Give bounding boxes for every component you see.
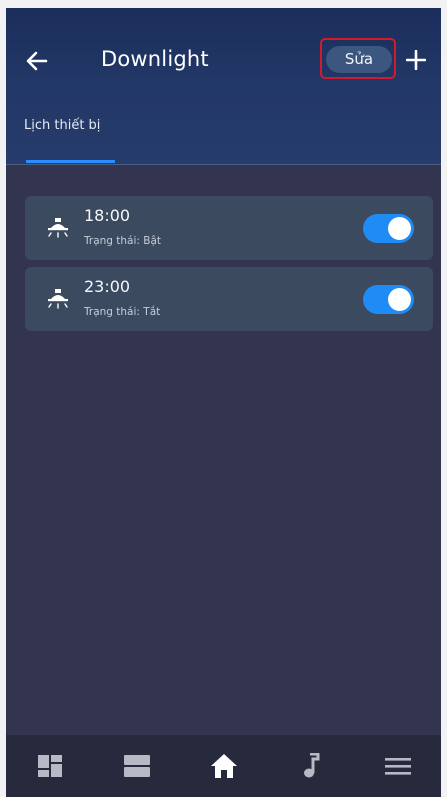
header-divider (6, 164, 441, 165)
home-icon (210, 754, 237, 778)
active-tab-indicator (26, 160, 115, 163)
schedule-status: Trạng thái: Bật (84, 235, 162, 247)
schedule-time: 18:00 (84, 206, 131, 225)
ceiling-light-icon (48, 218, 68, 238)
toggle-knob (388, 217, 411, 240)
add-button[interactable] (402, 46, 430, 74)
edit-button[interactable]: Sửa (326, 46, 392, 73)
tab-device-schedule[interactable]: Lịch thiết bị (24, 118, 100, 133)
nav-menu[interactable] (354, 735, 441, 797)
nav-home[interactable] (180, 735, 267, 797)
music-icon (303, 753, 319, 778)
schedule-time: 23:00 (84, 277, 131, 296)
schedule-toggle[interactable] (363, 214, 414, 243)
bottom-nav (6, 735, 441, 797)
nav-music[interactable] (267, 735, 354, 797)
dashboard-icon (37, 755, 62, 777)
schedule-list: 18:00 Trạng thái: Bật 23:00 Trạng thái: … (25, 196, 433, 338)
app-screen: Downlight Sửa Lịch thiết bị 18:00 Trạng … (6, 8, 441, 797)
nav-dashboard[interactable] (6, 735, 93, 797)
arrow-left-icon (26, 51, 48, 71)
menu-icon (384, 758, 411, 775)
schedule-item[interactable]: 23:00 Trạng thái: Tắt (25, 267, 433, 331)
schedule-item[interactable]: 18:00 Trạng thái: Bật (25, 196, 433, 260)
page-title: Downlight (101, 47, 209, 71)
plus-icon (406, 50, 426, 70)
header: Downlight Sửa Lịch thiết bị (6, 8, 441, 165)
schedule-toggle[interactable] (363, 285, 414, 314)
back-button[interactable] (22, 46, 52, 76)
nav-rooms[interactable] (93, 735, 180, 797)
schedule-status: Trạng thái: Tắt (84, 306, 161, 318)
rooms-icon (123, 755, 150, 777)
ceiling-light-icon (48, 289, 68, 309)
toggle-knob (388, 288, 411, 311)
